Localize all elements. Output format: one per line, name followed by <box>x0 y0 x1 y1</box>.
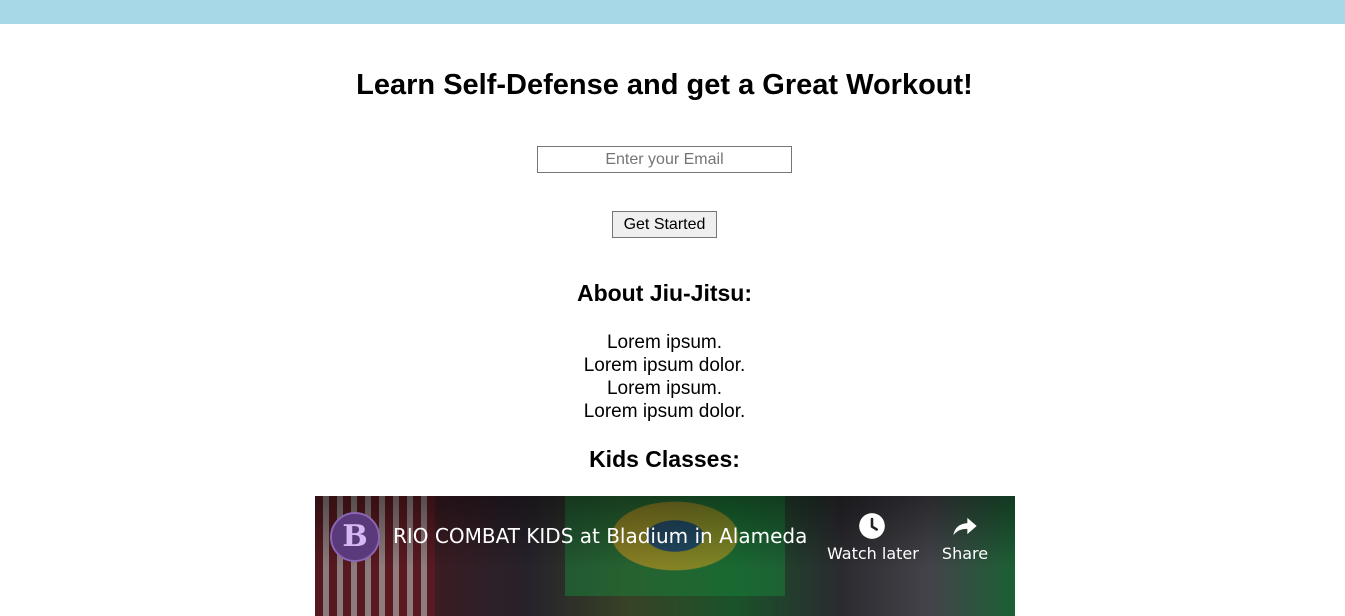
video-embed[interactable]: B RIO COMBAT KIDS at Bladium in Alameda … <box>315 496 1015 616</box>
share-label: Share <box>941 544 989 563</box>
about-heading: About Jiu-Jitsu: <box>576 280 753 306</box>
share-icon <box>953 517 977 536</box>
kids-classes-heading: Kids Classes: <box>589 446 740 472</box>
page-title: Learn Self-Defense and get a Great Worko… <box>356 69 973 101</box>
clock-icon <box>859 513 885 539</box>
about-line: Lorem ipsum. <box>606 332 723 353</box>
email-field[interactable] <box>537 146 792 173</box>
about-line: Lorem ipsum dolor. <box>583 401 746 422</box>
share-button[interactable]: Share <box>925 512 1005 563</box>
video-title[interactable]: RIO COMBAT KIDS at Bladium in Alameda <box>393 524 807 548</box>
watch-later-button[interactable]: Watch later <box>827 512 919 563</box>
about-line: Lorem ipsum dolor. <box>583 355 746 376</box>
channel-avatar[interactable]: B <box>330 512 380 562</box>
get-started-button[interactable]: Get Started <box>612 211 717 238</box>
about-line: Lorem ipsum. <box>606 378 723 399</box>
about-text: Lorem ipsum. Lorem ipsum dolor. Lorem ip… <box>0 331 1329 423</box>
watch-later-label: Watch later <box>827 544 919 563</box>
top-banner <box>0 0 1345 24</box>
